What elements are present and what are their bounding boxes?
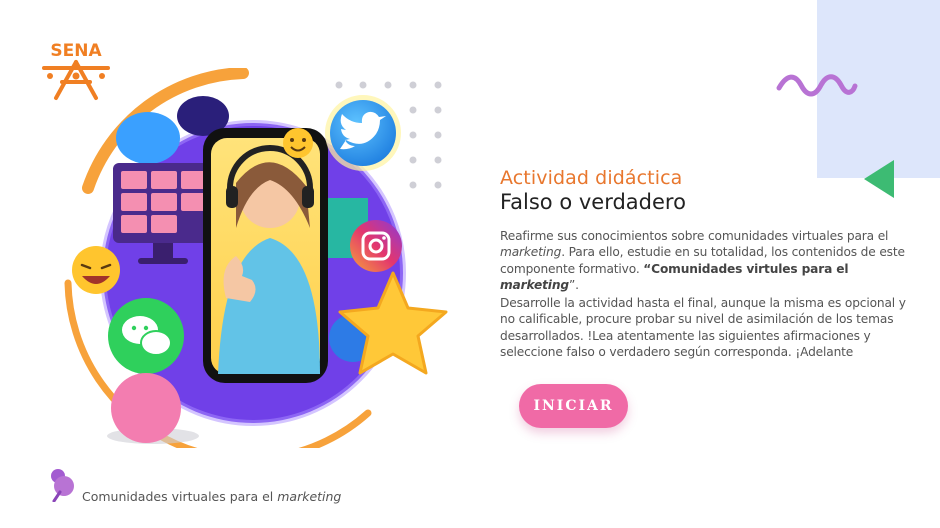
activity-subtitle: Actividad didáctica xyxy=(500,167,683,189)
triangle-decoration-icon xyxy=(864,160,894,198)
instagram-icon xyxy=(350,220,402,272)
intro-marketing-1: marketing xyxy=(500,245,562,260)
intro-paragraph: Reafirme sus conocimientos sobre comunid… xyxy=(500,228,920,293)
component-name-marketing: marketing xyxy=(500,277,569,292)
footer-title: Comunidades virtuales para el marketing xyxy=(82,489,341,504)
intro-text-1: Reafirme sus conocimientos sobre comunid… xyxy=(500,229,889,243)
component-name-text: “Comunidades virtules para el xyxy=(643,261,849,276)
wave-decoration-icon xyxy=(776,74,858,97)
logo-text: SENA xyxy=(50,41,102,61)
social-media-illustration xyxy=(64,68,448,448)
activity-title: Falso o verdadero xyxy=(500,190,686,214)
pin-icon xyxy=(51,469,74,502)
emoji-icon xyxy=(283,128,313,158)
intro-text-3: ”. xyxy=(568,277,579,292)
start-button[interactable]: INICIAR xyxy=(519,384,628,428)
footer-text: Comunidades virtuales para el xyxy=(82,489,274,504)
instructions-paragraph: Desarrolle la actividad hasta el final, … xyxy=(500,296,906,359)
footer-text-italic: marketing xyxy=(277,489,342,504)
